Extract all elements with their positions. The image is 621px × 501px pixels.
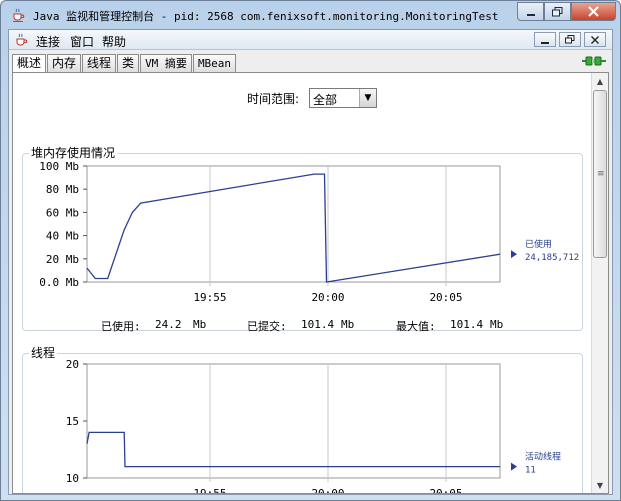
restore-icon xyxy=(552,6,563,16)
y-tick-label: 100 Mb xyxy=(39,160,79,173)
y-tick-label: 20 Mb xyxy=(46,253,79,266)
client-area: 连接 窗口 帮助 概述 内存 线程 类 VM 摘要 MBean 时间范围: 全部… xyxy=(8,29,613,495)
tab-mbean[interactable]: MBean xyxy=(192,54,237,72)
overview-panel: 时间范围: 全部 ▼ 堆内存使用情况 19:55 20:00 20:05 0.0 Mb… xyxy=(12,72,609,494)
summary-max-label: 最大值: xyxy=(396,320,436,333)
x-tick-label: 19:55 xyxy=(193,487,226,494)
grip-icon: ≡ xyxy=(597,169,605,179)
summary-used-label: 已使用: xyxy=(101,320,141,333)
summary-used-unit: Mb xyxy=(193,318,207,331)
plot-area xyxy=(86,363,501,479)
summary-max-value: 101.4 xyxy=(450,318,484,331)
x-tick-label: 20:05 xyxy=(429,291,462,304)
close-button[interactable] xyxy=(571,2,616,21)
summary-used-value: 24.2 xyxy=(155,318,182,331)
maximize-button[interactable] xyxy=(544,2,571,21)
heap-memory-chart: 19:55 20:00 20:05 0.0 Mb 20 Mb 40 Mb 60 Mb 80 M… xyxy=(39,160,579,304)
y-tick-label: 80 Mb xyxy=(46,183,79,196)
y-tick-label: 60 Mb xyxy=(46,206,79,219)
tab-classes[interactable]: 类 xyxy=(117,54,140,72)
scrollbar-thumb[interactable]: ≡ xyxy=(593,90,607,258)
y-tick-label: 0.0 Mb xyxy=(39,276,79,289)
tab-overview[interactable]: 概述 xyxy=(12,54,47,73)
summary-committed-value: 101.4 xyxy=(301,318,335,331)
window-title: Java 监视和管理控制台 - pid: 2568 com.fenixsoft.… xyxy=(33,10,499,23)
menu-help[interactable]: 帮助 xyxy=(102,33,126,50)
x-tick-label: 20:00 xyxy=(311,487,344,494)
chevron-down-icon[interactable]: ▼ xyxy=(359,89,376,107)
x-tick-label: 19:55 xyxy=(193,291,226,304)
summary-committed-unit: Mb xyxy=(341,318,355,331)
time-range-label: 时间范围: xyxy=(247,92,300,106)
inner-minimize-button[interactable] xyxy=(534,32,556,47)
inner-close-button[interactable] xyxy=(584,32,606,47)
menu-window[interactable]: 窗口 xyxy=(70,33,94,50)
java-coffee-cup-icon[interactable] xyxy=(13,32,29,48)
summary-max-unit: Mb xyxy=(490,318,504,331)
heap-memory-panel: 堆内存使用情况 19:55 20:00 20:05 0.0 Mb 20 Mb 40 Mb 6… xyxy=(22,144,583,333)
time-range-select[interactable]: 全部 ▼ xyxy=(309,88,377,108)
summary-committed-label: 已提交: xyxy=(247,320,287,333)
java-coffee-cup-icon xyxy=(13,8,25,22)
title-bar[interactable]: Java 监视和管理控制台 - pid: 2568 com.fenixsoft.… xyxy=(1,1,620,29)
tab-strip: 概述 内存 线程 类 VM 摘要 MBean xyxy=(12,54,237,73)
close-icon xyxy=(591,35,599,44)
legend-current-value: 24,185,712 xyxy=(525,253,579,263)
time-range-value: 全部 xyxy=(313,93,338,107)
y-tick-label: 15 xyxy=(66,415,79,428)
legend-arrow-icon xyxy=(511,462,517,471)
scroll-up-icon[interactable]: ▲ xyxy=(592,73,608,89)
y-tick-label: 20 xyxy=(66,358,79,371)
threads-panel: 线程 19:55 20:00 20:05 10 15 20 活动线程 11 xyxy=(22,344,583,494)
scroll-down-icon[interactable]: ▼ xyxy=(592,477,608,493)
menu-connection[interactable]: 连接 xyxy=(36,33,60,50)
y-tick-label: 40 Mb xyxy=(46,230,79,243)
tab-threads[interactable]: 线程 xyxy=(82,54,117,72)
legend-series-name: 活动线程 xyxy=(525,451,561,463)
tab-vm-summary[interactable]: VM 摘要 xyxy=(140,54,192,72)
legend-current-value: 11 xyxy=(525,466,536,476)
threads-chart: 19:55 20:00 20:05 10 15 20 活动线程 11 xyxy=(66,358,561,494)
connection-plug-icon[interactable] xyxy=(582,54,606,68)
minimize-icon xyxy=(541,41,549,44)
restore-icon xyxy=(565,35,575,44)
x-tick-label: 20:00 xyxy=(311,291,344,304)
inner-restore-button[interactable] xyxy=(559,32,581,47)
legend-arrow-icon xyxy=(511,250,517,259)
tab-memory[interactable]: 内存 xyxy=(47,54,82,72)
app-window: Java 监视和管理控制台 - pid: 2568 com.fenixsoft.… xyxy=(0,0,621,501)
minimize-icon xyxy=(526,13,535,16)
x-tick-label: 20:05 xyxy=(429,487,462,494)
legend-series-name: 已使用 xyxy=(525,238,552,250)
y-tick-label: 10 xyxy=(66,472,79,485)
minimize-button[interactable] xyxy=(517,2,544,21)
close-icon xyxy=(588,6,599,17)
menu-bar: 连接 窗口 帮助 xyxy=(9,30,612,50)
vertical-scrollbar[interactable]: ▲ ≡ ▼ xyxy=(591,73,608,493)
